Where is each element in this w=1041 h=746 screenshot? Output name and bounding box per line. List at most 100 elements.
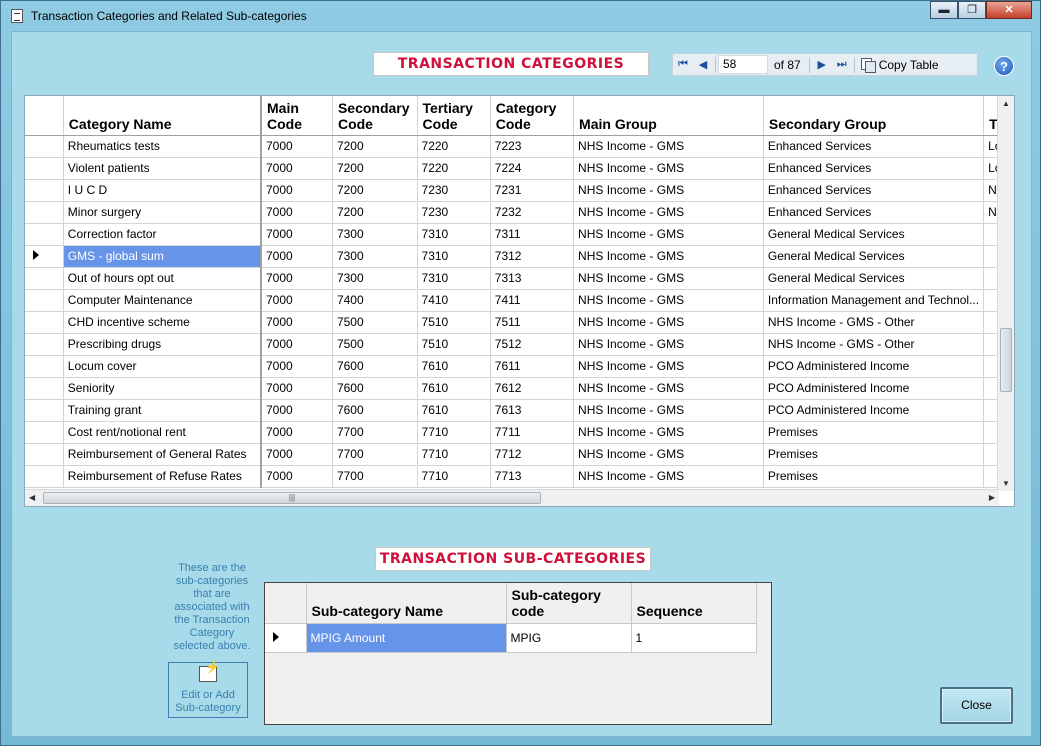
table-cell[interactable]: 7612 bbox=[490, 377, 575, 400]
table-row[interactable]: Training grant 7000 7600 7610 7613 NHS Income… bbox=[25, 399, 1014, 422]
table-cell[interactable]: 7500 bbox=[332, 333, 418, 356]
table-cell[interactable]: Information Management and Technol... bbox=[763, 289, 985, 312]
table-cell[interactable]: 7000 bbox=[261, 135, 333, 158]
copy-table-button[interactable]: Copy Table bbox=[857, 57, 939, 73]
table-row[interactable]: Reimbursement of Refuse Rates 7000 7700 771… bbox=[25, 465, 1014, 488]
table-cell[interactable]: 7610 bbox=[417, 355, 491, 378]
table-row[interactable]: Cost rent/notional rent 7000 7700 7710 7711 N… bbox=[25, 421, 1014, 444]
table-cell[interactable]: 7231 bbox=[490, 179, 575, 202]
table-cell[interactable]: 7310 bbox=[417, 245, 491, 268]
table-cell[interactable]: 7510 bbox=[417, 333, 491, 356]
table-cell[interactable]: 7000 bbox=[261, 333, 333, 356]
table-cell[interactable]: 7600 bbox=[332, 399, 418, 422]
table-cell[interactable]: Enhanced Services bbox=[763, 135, 985, 158]
table-cell[interactable]: PCO Administered Income bbox=[763, 355, 985, 378]
col-header-subcategory-code[interactable]: Sub-category code bbox=[506, 583, 632, 624]
table-cell[interactable]: 7200 bbox=[332, 135, 418, 158]
table-cell[interactable]: 7613 bbox=[490, 399, 575, 422]
row-header[interactable] bbox=[25, 267, 64, 290]
table-cell[interactable]: 7710 bbox=[417, 443, 491, 466]
table-cell[interactable]: General Medical Services bbox=[763, 267, 985, 290]
categories-grid[interactable]: Category Name Main Code Secondary Code Ter… bbox=[24, 95, 1015, 507]
table-row[interactable]: CHD incentive scheme 7000 7500 7510 7511 NHS … bbox=[25, 311, 1014, 334]
table-cell[interactable]: 7600 bbox=[332, 377, 418, 400]
table-cell[interactable]: 1 bbox=[631, 623, 757, 653]
table-cell[interactable]: Cost rent/notional rent bbox=[63, 421, 262, 444]
table-cell[interactable]: 7700 bbox=[332, 465, 418, 488]
table-cell[interactable]: 7230 bbox=[417, 201, 491, 224]
table-cell[interactable]: PCO Administered Income bbox=[763, 377, 985, 400]
table-cell[interactable]: Minor surgery bbox=[63, 201, 262, 224]
table-cell[interactable]: 7400 bbox=[332, 289, 418, 312]
table-cell[interactable]: Enhanced Services bbox=[763, 201, 985, 224]
table-cell[interactable]: NHS Income - GMS bbox=[573, 179, 764, 202]
table-cell[interactable]: NHS Income - GMS bbox=[573, 377, 764, 400]
col-header-tertiary-code[interactable]: Tertiary Code bbox=[417, 96, 491, 136]
table-cell[interactable]: 7000 bbox=[261, 465, 333, 488]
table-cell[interactable]: 7711 bbox=[490, 421, 575, 444]
table-cell[interactable]: NHS Income - GMS bbox=[573, 245, 764, 268]
table-cell[interactable]: Premises bbox=[763, 421, 985, 444]
table-cell[interactable]: NHS Income - GMS bbox=[573, 421, 764, 444]
row-header[interactable] bbox=[25, 333, 64, 356]
row-header-selected[interactable] bbox=[265, 623, 307, 653]
last-record-icon[interactable]: ⏭ bbox=[832, 55, 852, 75]
table-cell[interactable]: 7700 bbox=[332, 421, 418, 444]
subcategories-grid[interactable]: Sub-category Name Sub-category code Sequ… bbox=[264, 582, 772, 725]
table-cell[interactable]: 7311 bbox=[490, 223, 575, 246]
table-cell[interactable]: 7610 bbox=[417, 377, 491, 400]
scroll-down-icon[interactable]: ▼ bbox=[1002, 479, 1010, 488]
vertical-scroll-thumb[interactable] bbox=[1000, 328, 1012, 392]
table-cell[interactable]: GMS - global sum bbox=[63, 245, 262, 268]
table-cell[interactable]: NHS Income - GMS bbox=[573, 135, 764, 158]
col-header-sequence[interactable]: Sequence bbox=[631, 583, 757, 624]
table-cell[interactable]: 7000 bbox=[261, 267, 333, 290]
table-cell[interactable]: Reimbursement of General Rates bbox=[63, 443, 262, 466]
table-cell[interactable]: 7000 bbox=[261, 179, 333, 202]
table-cell[interactable]: CHD incentive scheme bbox=[63, 311, 262, 334]
table-row[interactable]: Prescribing drugs 7000 7500 7510 7512 NHS Inc… bbox=[25, 333, 1014, 356]
first-record-icon[interactable]: ⏮ bbox=[673, 55, 693, 75]
table-cell[interactable]: Enhanced Services bbox=[763, 179, 985, 202]
table-cell[interactable]: General Medical Services bbox=[763, 245, 985, 268]
table-cell[interactable]: 7000 bbox=[261, 311, 333, 334]
table-cell[interactable]: 7712 bbox=[490, 443, 575, 466]
row-header[interactable] bbox=[25, 157, 64, 180]
table-cell[interactable]: 7510 bbox=[417, 311, 491, 334]
table-row[interactable]: I U C D 7000 7200 7230 7231 NHS Income - GMS E… bbox=[25, 179, 1014, 202]
table-cell[interactable]: 7710 bbox=[417, 421, 491, 444]
table-cell[interactable]: 7000 bbox=[261, 399, 333, 422]
table-cell[interactable]: 7313 bbox=[490, 267, 575, 290]
row-header[interactable] bbox=[25, 421, 64, 444]
table-cell[interactable]: 7220 bbox=[417, 157, 491, 180]
table-cell[interactable]: NHS Income - GMS - Other bbox=[763, 333, 985, 356]
table-cell[interactable]: 7611 bbox=[490, 355, 575, 378]
table-cell[interactable]: 7232 bbox=[490, 201, 575, 224]
table-cell[interactable]: 7300 bbox=[332, 267, 418, 290]
table-cell[interactable]: Computer Maintenance bbox=[63, 289, 262, 312]
table-cell[interactable]: Premises bbox=[763, 465, 985, 488]
edit-subcategory-button[interactable]: Edit or Add Sub-category bbox=[168, 661, 248, 718]
table-cell[interactable]: NHS Income - GMS bbox=[573, 355, 764, 378]
vertical-scrollbar[interactable]: ▲ ▼ bbox=[997, 96, 1014, 491]
table-row[interactable]: Reimbursement of General Rates 7000 7700 77… bbox=[25, 443, 1014, 466]
table-cell[interactable]: 7000 bbox=[261, 223, 333, 246]
table-row[interactable]: GMS - global sum 7000 7300 7310 7312 NHS Inco… bbox=[25, 245, 1014, 268]
table-cell[interactable]: 7713 bbox=[490, 465, 575, 488]
col-header-main-code[interactable]: Main Code bbox=[261, 96, 333, 136]
table-row[interactable]: Computer Maintenance 7000 7400 7410 7411 NHS … bbox=[25, 289, 1014, 312]
table-cell[interactable]: Locum cover bbox=[63, 355, 262, 378]
table-cell[interactable]: Training grant bbox=[63, 399, 262, 422]
table-cell[interactable]: 7500 bbox=[332, 311, 418, 334]
table-cell[interactable]: 7224 bbox=[490, 157, 575, 180]
next-record-icon[interactable]: ▶ bbox=[812, 55, 832, 75]
table-row[interactable]: Minor surgery 7000 7200 7230 7232 NHS Income … bbox=[25, 201, 1014, 224]
row-header[interactable] bbox=[25, 443, 64, 466]
table-cell[interactable]: 7700 bbox=[332, 443, 418, 466]
table-cell[interactable]: 7000 bbox=[261, 443, 333, 466]
table-cell[interactable]: 7300 bbox=[332, 223, 418, 246]
table-cell[interactable]: 7200 bbox=[332, 201, 418, 224]
previous-record-icon[interactable]: ◀ bbox=[693, 55, 713, 75]
table-cell[interactable]: 7410 bbox=[417, 289, 491, 312]
table-cell[interactable]: Violent patients bbox=[63, 157, 262, 180]
